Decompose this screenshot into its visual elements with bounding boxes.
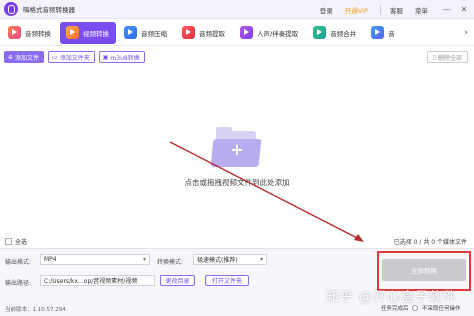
link-icon: ▣ (102, 53, 109, 61)
output-path-value: C:/Users/kx...op/音视频素材/视频 (44, 278, 138, 285)
video-convert-icon (66, 26, 79, 39)
mode-value: 极速模式(推荐) (197, 257, 238, 264)
add-folder-button[interactable]: ▭ 添加文件夹 (48, 51, 95, 63)
close-button[interactable]: ✕ (457, 5, 471, 14)
tool-tabs: 音频转换 视频转换 音频压缩 音频提取 人声/伴奏提取 音频合并 音 › (0, 20, 474, 46)
tab-vocal-extract[interactable]: 人声/伴奏提取 (234, 22, 305, 44)
folder-icon: ▭ (52, 53, 58, 61)
tab-audio-merge[interactable]: 音频合并 (307, 22, 363, 44)
convert-all-button[interactable]: 全部转换 (382, 259, 466, 281)
output-path-field[interactable]: C:/Users/kx...op/音视频素材/视频 (40, 275, 155, 286)
title-bar-actions: 登录 开通VIP 客服 菜单 — ✕ (320, 0, 474, 19)
tab-audio-convert[interactable]: 音频转换 (2, 22, 58, 44)
open-folder-button[interactable]: 打开文件夹 (205, 275, 249, 286)
delete-all-label: 删除全部 (437, 54, 462, 62)
file-count: 已选择 0 / 共 0 个媒体文件 (393, 239, 467, 246)
path-label: 输出路径: (5, 280, 32, 287)
tab-label: 音频合并 (330, 29, 357, 38)
tab-audio-compress[interactable]: 音频压缩 (118, 22, 174, 44)
version-text: 当前版本：1.10.57.294 (5, 307, 66, 313)
trash-icon: ▯ (432, 53, 436, 61)
format-value: MP4 (44, 256, 57, 263)
service-link[interactable]: 客服 (390, 5, 403, 15)
tab-label: 音频转换 (25, 29, 51, 38)
drop-hint: 点击或拖拽视频文件到此处添加 (184, 178, 290, 187)
tab-audio-extract[interactable]: 音频提取 (176, 22, 232, 44)
watermark-text: 知乎 @开心盒子软件 (326, 290, 458, 305)
select-all-checkbox[interactable] (5, 237, 12, 245)
audio-compress-icon (124, 26, 137, 39)
select-all-label[interactable]: 全选 (15, 237, 27, 246)
vip-link[interactable]: 开通VIP (345, 5, 368, 15)
audio-extract-icon (182, 26, 195, 39)
mode-label: 转换模式: (157, 259, 184, 266)
title-divider (380, 4, 381, 15)
chevron-right-icon[interactable]: › (460, 23, 472, 43)
plus-icon: + (230, 140, 244, 159)
minimize-button[interactable]: — (440, 5, 454, 14)
tab-audio-cut[interactable]: 音 (365, 22, 402, 44)
app-logo-icon (4, 2, 18, 16)
m3u8-button[interactable]: ▣ m3u8转换 (98, 51, 145, 63)
vocal-extract-icon (240, 26, 253, 39)
plus-circle-icon: ⊕ (8, 53, 14, 61)
selection-row: 全选 已选择 0 / 共 0 个媒体文件 (0, 235, 474, 247)
add-file-label: 添加文件 (15, 54, 40, 62)
mode-select[interactable]: 极速模式(推荐) ▾ (193, 254, 267, 265)
title-bar: 嗨格式音频转换器 登录 开通VIP 客服 菜单 — ✕ (0, 0, 474, 19)
tab-label: 音频压缩 (141, 29, 167, 38)
action-bar: ⊕ 添加文件 ▭ 添加文件夹 ▣ m3u8转换 ▯ 删除全部 (0, 48, 474, 66)
tab-video-convert[interactable]: 视频转换 (60, 21, 116, 44)
m3u8-label: m3u8转换 (110, 54, 140, 62)
audio-cut-icon (371, 26, 385, 39)
audio-convert-icon (8, 26, 21, 39)
task-done-setting: 任务完成后 不采取任何操作 (381, 304, 461, 312)
tab-label: 人声/伴奏提取 (257, 29, 299, 38)
menu-link[interactable]: 菜单 (415, 5, 428, 15)
file-drop-zone[interactable]: + 点击或拖拽视频文件到此处添加 (0, 67, 474, 234)
task-done-label: 任务完成后 (381, 306, 409, 312)
chevron-down-icon: ▾ (142, 256, 146, 263)
radio-button[interactable] (412, 305, 419, 311)
app-title: 嗨格式音频转换器 (23, 6, 75, 14)
audio-merge-icon (313, 26, 327, 39)
tab-label: 音频提取 (199, 29, 225, 38)
login-link[interactable]: 登录 (320, 5, 333, 15)
delete-all-button[interactable]: ▯ 删除全部 (426, 51, 468, 63)
tab-label: 视频转换 (83, 29, 109, 38)
format-select[interactable]: MP4 ▾ (40, 254, 150, 265)
chevron-down-icon: ▾ (259, 256, 263, 263)
add-file-button[interactable]: ⊕ 添加文件 (4, 51, 45, 63)
format-label: 输出格式: (5, 259, 32, 266)
task-done-option[interactable]: 不采取任何操作 (422, 306, 461, 312)
add-folder-icon[interactable]: + (210, 127, 262, 167)
change-dir-button[interactable]: 更改目录 (160, 275, 195, 286)
add-folder-label: 添加文件夹 (59, 54, 90, 62)
tab-label: 音 (388, 29, 395, 38)
